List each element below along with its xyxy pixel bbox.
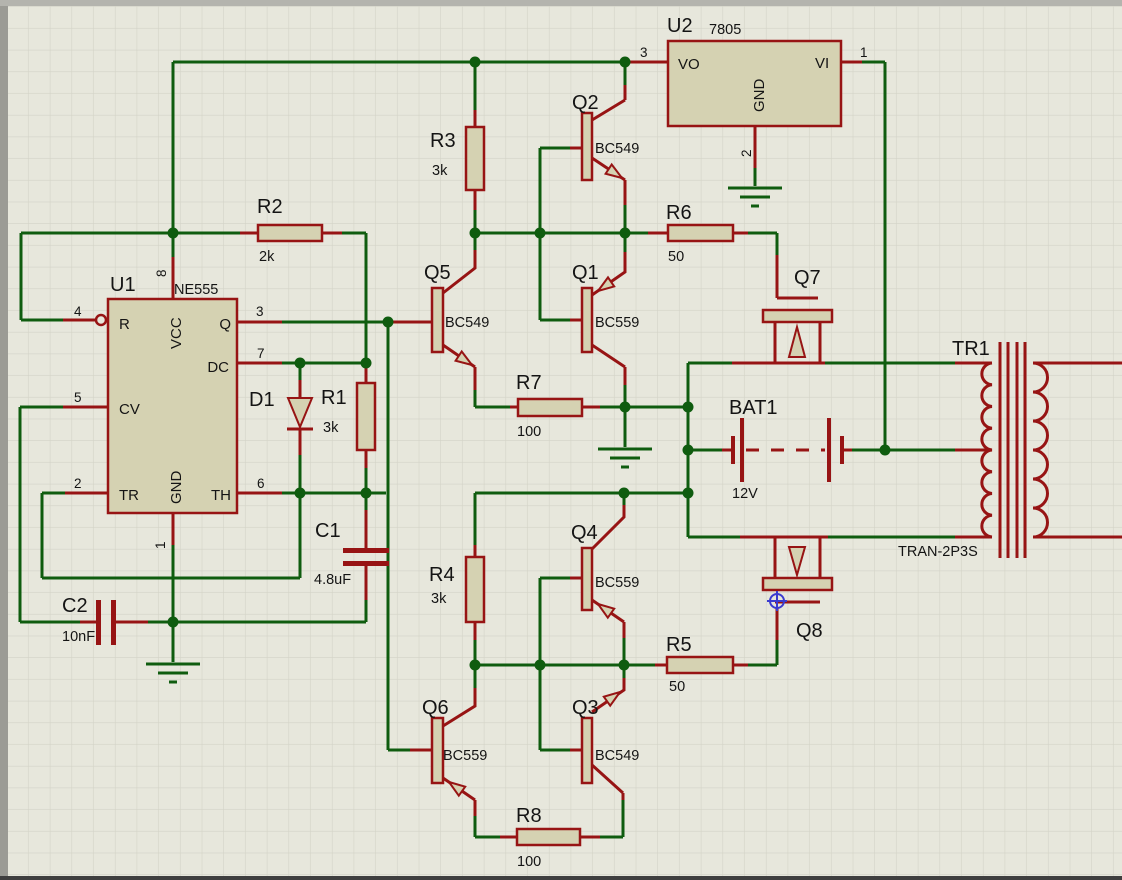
q5-value[interactable]: BC549 [445,315,489,331]
u1-pin-q: Q [219,316,231,333]
r2-value[interactable]: 2k [259,249,275,265]
q1-ref[interactable]: Q1 [572,262,599,284]
bat1-ref[interactable]: BAT1 [729,397,778,419]
u1-pin-th: TH [211,487,231,504]
edge-left [0,0,8,880]
r5-value[interactable]: 50 [669,679,685,695]
tr1-value[interactable]: TRAN-2P3S [898,544,978,560]
u1-pinnum-3: 3 [256,304,264,319]
bat1-value[interactable]: 12V [732,486,758,502]
q8-ref[interactable]: Q8 [796,620,823,642]
u1-pin-tr: TR [119,487,139,504]
u1-pinnum-7: 7 [257,346,265,361]
r4-ref[interactable]: R4 [429,564,455,586]
d1-ref[interactable]: D1 [249,389,275,411]
u2-pinnum-1: 1 [860,45,868,60]
edge-bottom [0,876,1122,880]
r6-ref[interactable]: R6 [666,202,692,224]
r4-value[interactable]: 3k [431,591,447,607]
u1-ref[interactable]: U1 [110,274,136,296]
q2-ref[interactable]: Q2 [572,92,599,114]
q4-ref[interactable]: Q4 [571,522,598,544]
c1-value[interactable]: 4.8uF [314,572,351,588]
u1-pin-gnd: GND [168,471,185,505]
q4-value[interactable]: BC559 [595,575,639,591]
r3-value[interactable]: 3k [432,163,448,179]
r5-ref[interactable]: R5 [666,634,692,656]
u1-pin-cv: CV [119,401,140,418]
c2-ref[interactable]: C2 [62,595,88,617]
u1-pinnum-6: 6 [257,476,265,491]
r6-value[interactable]: 50 [668,249,684,265]
schematic-canvas: U1 NE555 R CV TR Q DC TH VCC GND 4 5 2 3… [0,0,1122,880]
r7-ref[interactable]: R7 [516,372,542,394]
u2-pin-vo: VO [678,56,700,73]
q2-value[interactable]: BC549 [595,141,639,157]
r7-value[interactable]: 100 [517,424,541,440]
r8-ref[interactable]: R8 [516,805,542,827]
r8-value[interactable]: 100 [517,854,541,870]
u2-pinnum-3: 3 [640,45,648,60]
u1-part[interactable]: NE555 [174,282,218,298]
q3-value[interactable]: BC549 [595,748,639,764]
u2-pin-gnd: GND [751,79,768,113]
r1-value[interactable]: 3k [323,420,339,436]
r1-ref[interactable]: R1 [321,387,347,409]
q7-ref[interactable]: Q7 [794,267,821,289]
tr1-ref[interactable]: TR1 [952,338,990,360]
u1-pinnum-2: 2 [74,476,82,491]
r3-ref[interactable]: R3 [430,130,456,152]
c1-ref[interactable]: C1 [315,520,341,542]
u1-pinnum-8: 8 [154,269,169,277]
q6-ref[interactable]: Q6 [422,697,449,719]
u2-pinnum-2: 2 [739,149,754,157]
q5-ref[interactable]: Q5 [424,262,451,284]
u1-pinnum-1: 1 [153,541,168,549]
edge-top [0,0,1122,6]
u1-pin-vcc: VCC [168,317,185,349]
q3-ref[interactable]: Q3 [572,697,599,719]
invert-bubble [96,315,106,325]
u2-pin-vi: VI [815,55,829,72]
u1-pinnum-4: 4 [74,304,82,319]
r2-ref[interactable]: R2 [257,196,283,218]
u2-ref[interactable]: U2 [667,15,693,37]
u1-pin-dc: DC [207,359,229,376]
q1-value[interactable]: BC559 [595,315,639,331]
u2-part[interactable]: 7805 [709,22,741,38]
q6-value[interactable]: BC559 [443,748,487,764]
u1-pin-r: R [119,316,130,333]
c2-value[interactable]: 10nF [62,629,95,645]
u1-pinnum-5: 5 [74,390,82,405]
schematic-sheet[interactable]: U1 NE555 R CV TR Q DC TH VCC GND 4 5 2 3… [0,0,1122,880]
